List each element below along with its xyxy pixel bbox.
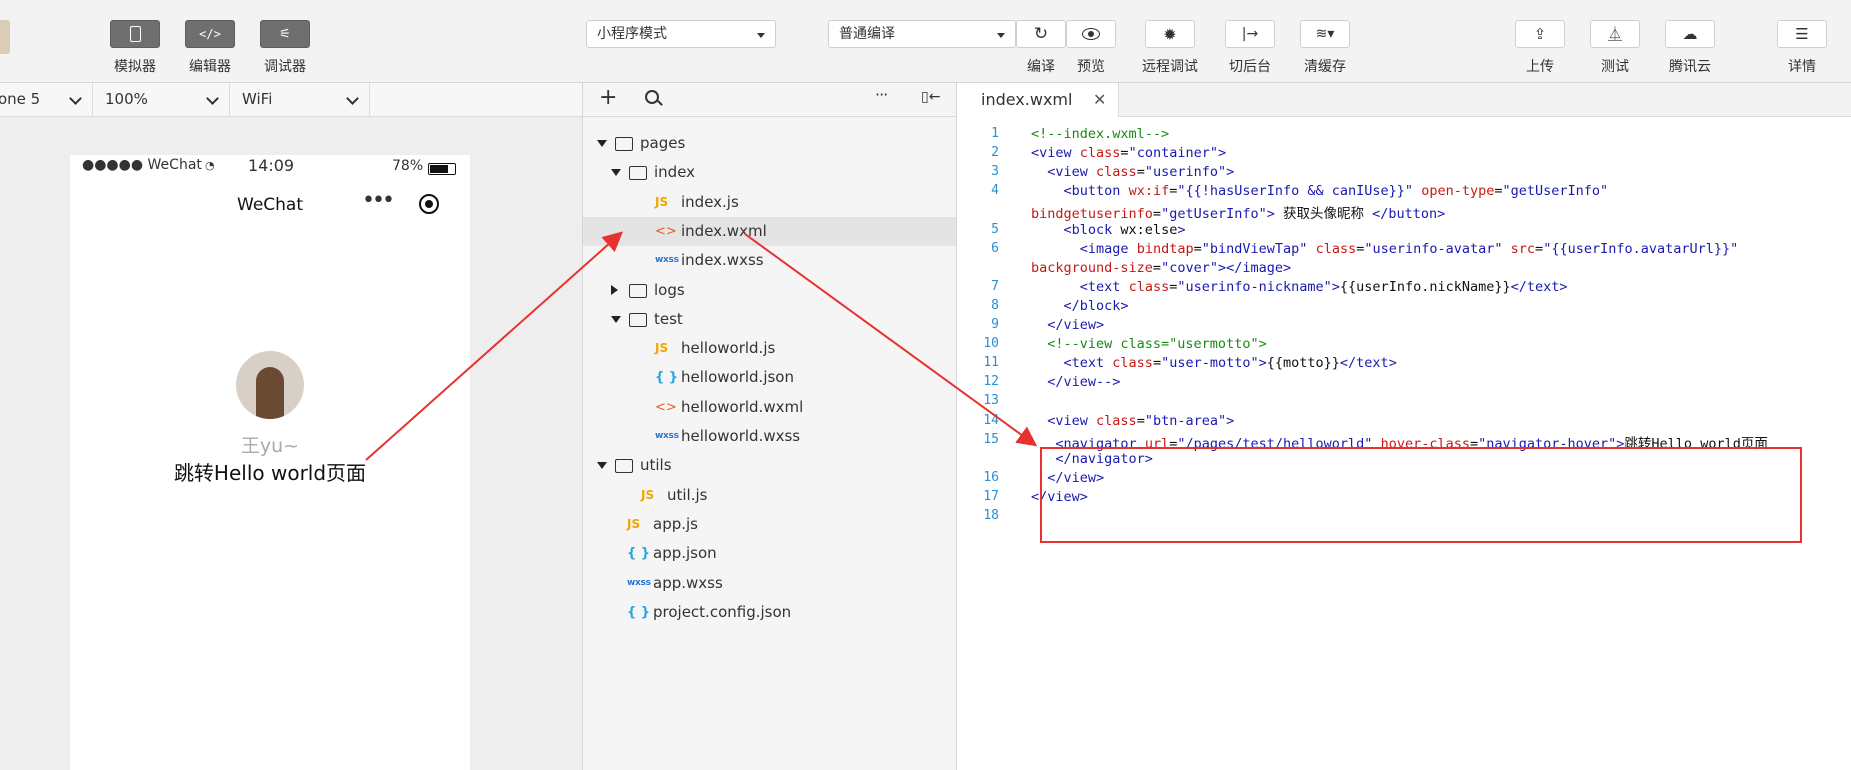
arrow-link-to-file — [365, 231, 623, 461]
annotation-arrows — [365, 231, 1038, 461]
arrow-file-to-code — [744, 233, 1038, 447]
